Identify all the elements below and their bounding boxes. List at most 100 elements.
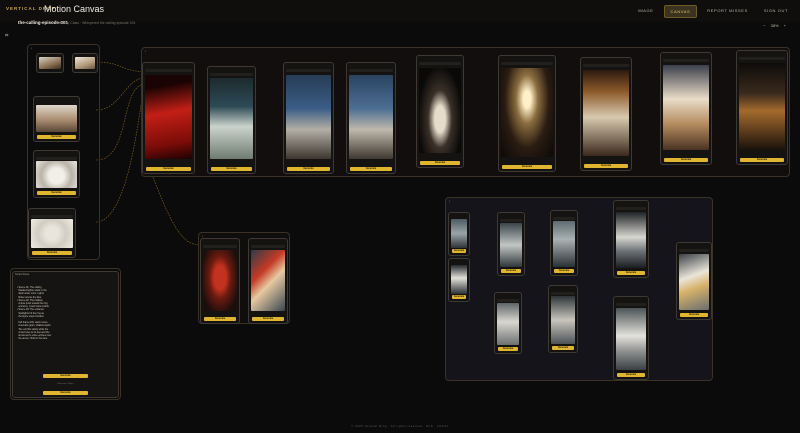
node-controls[interactable]: [616, 303, 646, 306]
script-notes-node[interactable]: Script Notes • Scene 01: The calling Mas…: [12, 271, 119, 398]
image-node[interactable]: [36, 53, 64, 73]
thumbnail[interactable]: [451, 219, 467, 248]
reference-generate-button[interactable]: Generate: [43, 391, 88, 395]
zoom-in-button[interactable]: +: [784, 23, 786, 28]
thumbnail[interactable]: [145, 75, 192, 159]
generate-button[interactable]: Generate: [350, 167, 392, 171]
node-controls[interactable]: [31, 215, 73, 218]
shot-node[interactable]: Generate: [142, 62, 195, 174]
thumbnail[interactable]: [31, 219, 73, 248]
generate-button[interactable]: Generate: [552, 346, 574, 350]
thumbnail[interactable]: [419, 68, 461, 153]
generate-button[interactable]: Generate: [37, 191, 76, 195]
shot-node[interactable]: Generate: [676, 242, 712, 320]
thumbnail[interactable]: [500, 223, 522, 267]
node-controls[interactable]: [583, 64, 629, 67]
shot-node[interactable]: Generate: [548, 285, 578, 353]
generate-button[interactable]: Generate: [252, 317, 284, 321]
shot-node[interactable]: Generate: [248, 238, 288, 324]
generate-button[interactable]: Generate: [502, 165, 552, 169]
node-controls[interactable]: [251, 245, 285, 248]
thumbnail[interactable]: [210, 78, 253, 159]
generate-button[interactable]: Generate: [204, 317, 236, 321]
nav-report-misses[interactable]: REPORT MISSES: [701, 5, 754, 18]
shot-node[interactable]: Generate: [283, 62, 334, 174]
generate-node[interactable]: Generate: [33, 96, 80, 142]
generate-button[interactable]: Generate: [146, 167, 191, 171]
thumbnail[interactable]: [203, 250, 237, 311]
generate-node[interactable]: Generate: [28, 208, 76, 258]
generate-button[interactable]: Generate: [287, 167, 330, 171]
thumbnail[interactable]: [251, 250, 285, 311]
generate-button[interactable]: Generate: [498, 347, 518, 351]
thumbnail[interactable]: [497, 303, 519, 345]
shot-node[interactable]: Generate: [494, 292, 522, 354]
generate-button[interactable]: Generate: [617, 373, 645, 377]
node-controls[interactable]: [663, 59, 709, 62]
nav-image[interactable]: IMAGE: [632, 5, 660, 18]
generate-button[interactable]: Generate: [452, 249, 466, 253]
generate-node[interactable]: Generate: [33, 150, 80, 198]
node-controls[interactable]: [497, 299, 519, 302]
generate-button[interactable]: Generate: [37, 135, 76, 139]
generate-button[interactable]: Generate: [501, 269, 521, 273]
thumbnail[interactable]: [286, 75, 331, 159]
node-controls[interactable]: [616, 207, 646, 210]
thumbnail[interactable]: [501, 68, 553, 157]
thumbnail[interactable]: [663, 65, 709, 150]
generate-button[interactable]: Generate: [664, 158, 708, 162]
node-controls[interactable]: [286, 69, 331, 72]
generate-button[interactable]: Generate: [32, 251, 72, 255]
thumbnail[interactable]: [616, 308, 646, 370]
thumbnail[interactable]: [36, 105, 77, 132]
node-controls[interactable]: [203, 245, 237, 248]
shot-node[interactable]: Generate: [498, 55, 556, 172]
generate-button[interactable]: Generate: [211, 167, 252, 171]
generate-button[interactable]: Generate: [420, 161, 460, 165]
notes-body[interactable]: • Scene 01: The calling Masked fighter w…: [17, 286, 114, 374]
thumbnail[interactable]: [739, 63, 785, 150]
generate-button[interactable]: Generate: [584, 164, 628, 168]
node-controls[interactable]: [551, 292, 575, 295]
generate-button[interactable]: Generate: [740, 158, 784, 162]
nav-sign-out[interactable]: SIGN OUT: [758, 5, 794, 18]
shot-node[interactable]: Generate: [416, 55, 464, 168]
generate-button[interactable]: Generate: [680, 313, 708, 317]
shot-node[interactable]: Generate: [736, 50, 788, 165]
layout-tool-icon[interactable]: ⌗: [5, 33, 12, 39]
node-controls[interactable]: [349, 69, 393, 72]
shot-node[interactable]: Generate: [448, 258, 470, 302]
node-controls[interactable]: [419, 62, 461, 65]
thumbnail[interactable]: [451, 265, 467, 294]
generate-button[interactable]: Generate: [452, 295, 466, 299]
shot-node[interactable]: Generate: [580, 57, 632, 171]
nav-canvas[interactable]: CANVAS: [663, 5, 698, 18]
shot-node[interactable]: Generate: [497, 212, 525, 276]
thumbnail[interactable]: [75, 57, 95, 69]
node-controls[interactable]: [679, 249, 709, 252]
shot-node[interactable]: Generate: [613, 296, 649, 380]
shot-node[interactable]: Generate: [200, 238, 240, 324]
node-controls[interactable]: [553, 217, 575, 220]
zoom-out-button[interactable]: −: [763, 23, 765, 28]
node-controls[interactable]: [36, 157, 77, 160]
notes-generate-button[interactable]: Generate: [43, 374, 88, 378]
generate-button[interactable]: Generate: [617, 271, 645, 275]
thumbnail[interactable]: [553, 221, 575, 267]
node-controls[interactable]: [500, 219, 522, 222]
thumbnail[interactable]: [551, 296, 575, 344]
shot-node[interactable]: Generate: [448, 212, 470, 256]
shot-node[interactable]: Generate: [660, 52, 712, 165]
shot-node[interactable]: Generate: [550, 210, 578, 276]
thumbnail[interactable]: [349, 75, 393, 159]
node-controls[interactable]: [501, 62, 553, 65]
node-controls[interactable]: [145, 69, 192, 72]
node-controls[interactable]: [739, 57, 785, 60]
generate-button[interactable]: Generate: [554, 269, 574, 273]
node-controls[interactable]: [210, 73, 253, 76]
thumbnail[interactable]: [583, 70, 629, 156]
image-node[interactable]: [72, 53, 98, 73]
thumbnail[interactable]: [616, 212, 646, 268]
shot-node[interactable]: Generate: [207, 66, 256, 174]
thumbnail[interactable]: [39, 57, 61, 69]
